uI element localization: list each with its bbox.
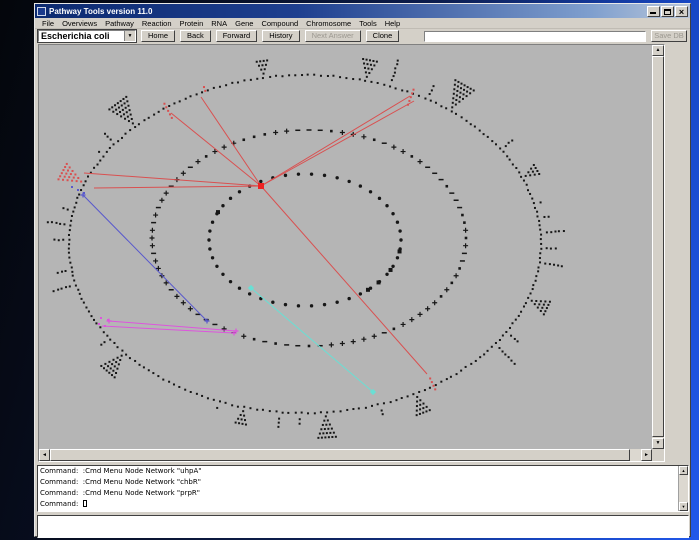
- organism-selector-value: Escherichia coli: [39, 31, 124, 41]
- console-line: Command: :Cmd Menu Node Network "prpR": [38, 488, 688, 499]
- history-button[interactable]: History: [262, 30, 299, 42]
- horizontal-scrollbar-thumb[interactable]: [50, 449, 630, 461]
- forward-button[interactable]: Forward: [216, 30, 258, 42]
- title-bar[interactable]: Pathway Tools version 11.0 ×: [35, 4, 690, 18]
- window-title: Pathway Tools version 11.0: [49, 7, 646, 16]
- menu-compound[interactable]: Compound: [257, 19, 302, 28]
- console-scroll-up-icon[interactable]: ▲: [679, 466, 688, 475]
- toolbar: Escherichia coli ▼ Home Back Forward Histor…: [35, 29, 690, 43]
- network-edge-red[interactable]: [84, 173, 261, 186]
- console-line: Command: :Cmd Menu Node Network "uhpA": [38, 466, 688, 477]
- menu-rna[interactable]: RNA: [207, 19, 231, 28]
- scroll-right-icon[interactable]: ►: [641, 449, 652, 461]
- close-button[interactable]: ×: [675, 6, 688, 17]
- network-edge-red[interactable]: [171, 113, 261, 186]
- network-edge-red[interactable]: [201, 97, 261, 186]
- network-edge-red[interactable]: [94, 186, 261, 188]
- text-cursor: [83, 500, 87, 507]
- clone-button[interactable]: Clone: [366, 30, 400, 42]
- maximize-button[interactable]: [661, 6, 674, 17]
- menu-pathway[interactable]: Pathway: [101, 19, 138, 28]
- console-scroll-down-icon[interactable]: ▼: [679, 502, 688, 511]
- app-icon: [37, 7, 46, 16]
- dropdown-arrow-icon[interactable]: ▼: [124, 31, 135, 41]
- scroll-up-icon[interactable]: ▲: [652, 45, 664, 56]
- network-edge-red[interactable]: [261, 96, 410, 186]
- menu-tools[interactable]: Tools: [355, 19, 381, 28]
- vertical-scrollbar-thumb[interactable]: [652, 56, 664, 437]
- horizontal-scrollbar[interactable]: ◄ ►: [39, 449, 652, 461]
- overview-viewport: ▲ ▼ ◄ ►: [38, 44, 665, 462]
- network-edge-blue[interactable]: [83, 195, 207, 321]
- command-console[interactable]: Command: :Cmd Menu Node Network "uhpA"Co…: [37, 465, 689, 512]
- network-edge-red[interactable]: [261, 101, 414, 186]
- save-db-button[interactable]: Save DB: [651, 30, 687, 42]
- command-console-lines: Command: :Cmd Menu Node Network "uhpA"Co…: [38, 466, 688, 510]
- menu-protein[interactable]: Protein: [176, 19, 208, 28]
- pathway-tools-window: Pathway Tools version 11.0 × FileOvervie…: [34, 3, 691, 537]
- menu-overviews[interactable]: Overviews: [58, 19, 101, 28]
- next-answer-button[interactable]: Next Answer: [305, 30, 361, 42]
- menu-help[interactable]: Help: [381, 19, 404, 28]
- network-edge-red[interactable]: [261, 186, 427, 374]
- regulatory-overview-diagram[interactable]: [39, 45, 652, 449]
- organism-selector[interactable]: Escherichia coli ▼: [38, 30, 136, 42]
- menu-bar: FileOverviewsPathwayReactionProteinRNAGe…: [35, 18, 690, 29]
- menu-gene[interactable]: Gene: [231, 19, 257, 28]
- scroll-down-icon[interactable]: ▼: [652, 438, 664, 449]
- menu-file[interactable]: File: [38, 19, 58, 28]
- maximize-icon: [664, 9, 671, 15]
- network-edge-cyan[interactable]: [251, 288, 373, 392]
- home-button[interactable]: Home: [141, 30, 175, 42]
- minimize-button[interactable]: [647, 6, 660, 17]
- scroll-left-icon[interactable]: ◄: [39, 449, 50, 461]
- vertical-scrollbar[interactable]: ▲ ▼: [652, 45, 664, 449]
- desktop-background: Pathway Tools version 11.0 × FileOvervie…: [0, 0, 699, 540]
- toolbar-text-field[interactable]: [424, 31, 646, 42]
- command-input[interactable]: [37, 515, 689, 538]
- console-line: Command:: [38, 499, 688, 510]
- close-icon: ×: [676, 8, 687, 16]
- minimize-icon: [650, 12, 656, 14]
- selected-regulator-node[interactable]: [258, 183, 264, 189]
- menu-chromosome[interactable]: Chromosome: [302, 19, 355, 28]
- console-scrollbar[interactable]: ▲ ▼: [678, 466, 688, 511]
- scrollbar-corner: [652, 449, 664, 461]
- console-line: Command: :Cmd Menu Node Network "chbR": [38, 477, 688, 488]
- back-button[interactable]: Back: [180, 30, 211, 42]
- menu-reaction[interactable]: Reaction: [138, 19, 176, 28]
